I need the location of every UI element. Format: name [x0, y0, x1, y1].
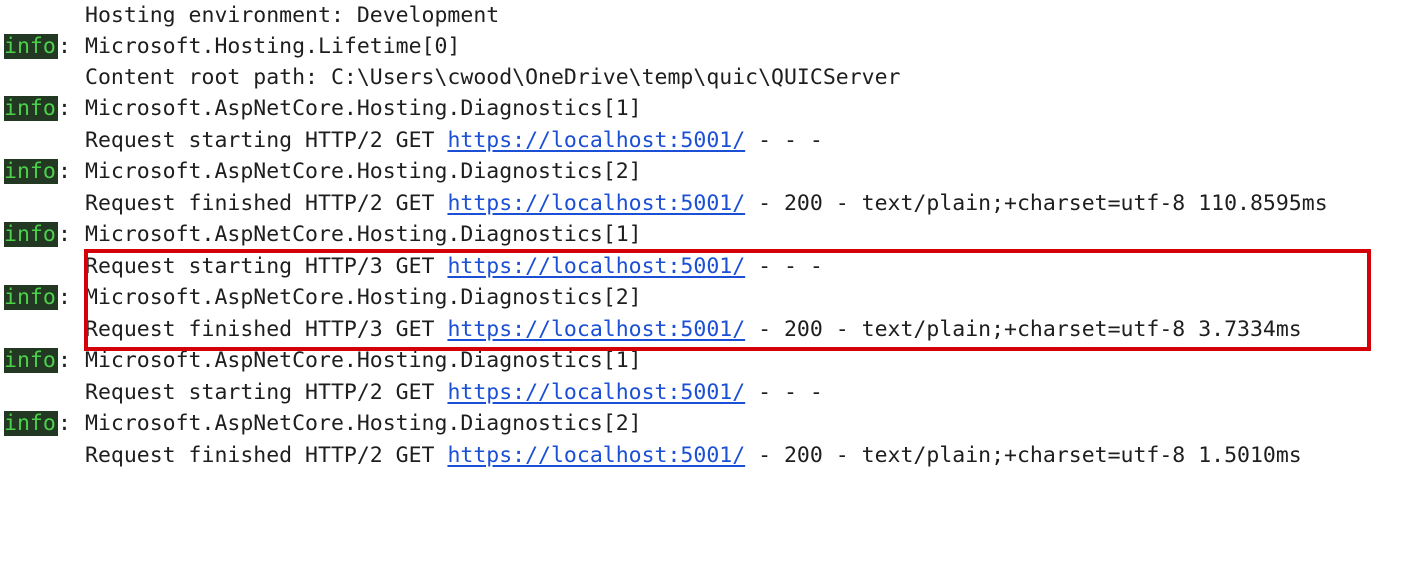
log-category: Microsoft.AspNetCore.Hosting.Diagnostics… [85, 411, 642, 436]
log-category: Microsoft.AspNetCore.Hosting.Diagnostics… [85, 159, 642, 184]
log-message: Content root path: C:\Users\cwood\OneDri… [85, 65, 901, 90]
log-line: Hosting environment: Development [0, 0, 499, 31]
badge-colon: : [58, 348, 71, 373]
badge-colon: : [58, 222, 71, 247]
log-line: Request starting HTTP/3 GET https://loca… [0, 251, 823, 282]
request-suffix: - - - [745, 128, 823, 153]
log-line: Request finished HTTP/2 GET https://loca… [0, 440, 1302, 471]
info-badge: info [4, 96, 58, 121]
badge-colon: : [58, 34, 71, 59]
info-badge: info [4, 159, 58, 184]
elapsed-time: 1.5010ms [1198, 443, 1302, 468]
localhost-link[interactable]: https://localhost:5001/ [447, 128, 745, 153]
log-line: info : Microsoft.AspNetCore.Hosting.Diag… [0, 156, 642, 187]
badge-colon: : [58, 285, 71, 310]
info-badge: info [4, 285, 58, 310]
log-line: Request starting HTTP/2 GET https://loca… [0, 377, 823, 408]
request-text: Request starting HTTP/2 GET [85, 128, 448, 153]
log-message: Request starting HTTP/2 GET https://loca… [85, 377, 823, 408]
badge-colon: : [58, 411, 71, 436]
response-info: - 200 - text/plain;+charset=utf-8 [745, 191, 1199, 216]
log-line: info : Microsoft.AspNetCore.Hosting.Diag… [0, 345, 642, 376]
log-line: Request starting HTTP/2 GET https://loca… [0, 125, 823, 156]
log-message: Hosting environment: Development [85, 3, 500, 28]
request-text: Request starting HTTP/2 GET [85, 380, 448, 405]
log-line: info : Microsoft.AspNetCore.Hosting.Diag… [0, 408, 642, 439]
elapsed-time: 110.8595ms [1198, 191, 1328, 216]
request-text: Request finished HTTP/2 GET [85, 191, 448, 216]
info-badge: info [4, 348, 58, 373]
log-line: info : Microsoft.AspNetCore.Hosting.Diag… [0, 93, 642, 124]
request-text: Request finished HTTP/2 GET [85, 443, 448, 468]
localhost-link[interactable]: https://localhost:5001/ [447, 380, 745, 405]
log-message: Request starting HTTP/2 GET https://loca… [85, 125, 823, 156]
response-info: - 200 - text/plain;+charset=utf-8 [745, 443, 1199, 468]
log-line: Content root path: C:\Users\cwood\OneDri… [0, 62, 900, 93]
localhost-link[interactable]: https://localhost:5001/ [447, 191, 745, 216]
log-line: info : Microsoft.AspNetCore.Hosting.Diag… [0, 282, 642, 313]
request-suffix: - - - [745, 380, 823, 405]
badge-colon: : [58, 159, 71, 184]
log-line: info : Microsoft.AspNetCore.Hosting.Diag… [0, 219, 642, 250]
log-line: Request finished HTTP/2 GET https://loca… [0, 188, 1328, 219]
http3-highlight-box [84, 249, 1371, 351]
info-badge: info [4, 34, 58, 59]
badge-colon: : [58, 96, 71, 121]
info-badge: info [4, 222, 58, 247]
log-message: Request finished HTTP/2 GET https://loca… [85, 440, 1302, 471]
info-badge: info [4, 411, 58, 436]
log-category: Microsoft.AspNetCore.Hosting.Diagnostics… [85, 96, 642, 121]
log-category: Microsoft.AspNetCore.Hosting.Diagnostics… [85, 222, 642, 247]
log-line: info : Microsoft.Hosting.Lifetime[0] [0, 31, 460, 62]
log-line: Request finished HTTP/3 GET https://loca… [0, 314, 1302, 345]
log-message: Request finished HTTP/2 GET https://loca… [85, 188, 1328, 219]
localhost-link[interactable]: https://localhost:5001/ [447, 443, 745, 468]
log-category: Microsoft.Hosting.Lifetime[0] [85, 34, 461, 59]
